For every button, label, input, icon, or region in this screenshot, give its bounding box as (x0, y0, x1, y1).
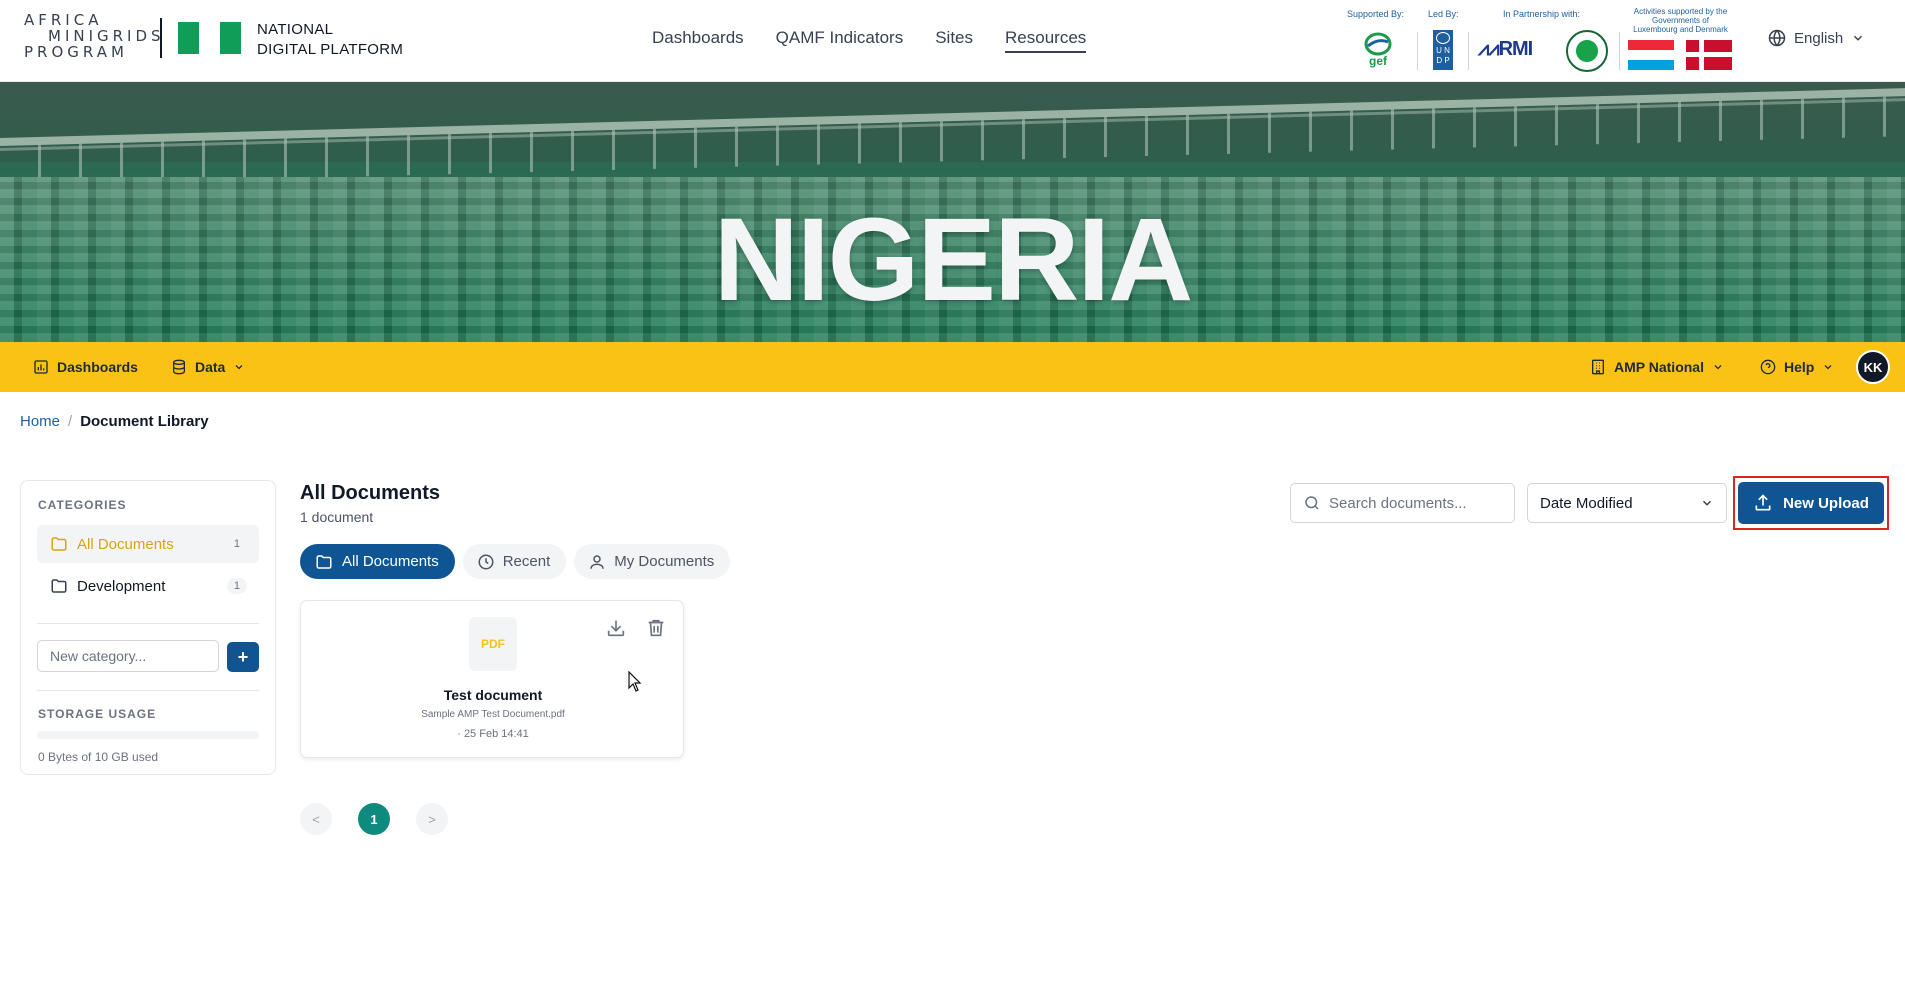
language-label: English (1794, 29, 1844, 47)
new-upload-button[interactable]: New Upload (1738, 482, 1884, 524)
download-button[interactable] (605, 617, 627, 644)
hero-banner: NIGERIA (0, 82, 1905, 342)
clock-icon (478, 554, 494, 569)
divider (37, 690, 259, 691)
search-icon (1305, 496, 1319, 510)
luxembourg-flag-icon (1628, 40, 1674, 70)
hero-title: NIGERIA (713, 194, 1194, 326)
nigeria-flag-icon (178, 22, 241, 54)
nav-sites[interactable]: Sites (935, 28, 973, 53)
activities-label: Activities supported by the Governments … (1633, 7, 1728, 34)
led-by-label: Led By: (1428, 9, 1459, 19)
denmark-flag-icon (1686, 40, 1732, 70)
svg-text:gef: gef (1369, 54, 1388, 68)
language-selector[interactable]: English (1768, 29, 1865, 47)
top-header: AFRICA MINIGRIDS PROGRAM NATIONAL DIGITA… (0, 0, 1905, 82)
subnav-dashboards[interactable]: Dashboards (33, 342, 138, 392)
folder-icon (316, 554, 332, 569)
delete-button[interactable] (645, 617, 667, 644)
category-all-documents[interactable]: All Documents 1 (37, 525, 259, 563)
prev-page-button[interactable]: < (300, 803, 332, 835)
upload-highlight: New Upload (1733, 476, 1889, 530)
download-icon (607, 620, 625, 637)
undp-logo: U N D P (1433, 30, 1453, 70)
sort-select[interactable]: Date Modified (1527, 483, 1727, 523)
partner-divider (1417, 32, 1418, 70)
african-union-logo (1566, 30, 1608, 72)
building-icon (1592, 359, 1604, 375)
storage-progress-bar (37, 731, 259, 739)
tab-all-documents[interactable]: All Documents (300, 544, 455, 579)
partner-divider (1468, 32, 1469, 70)
document-date: · 25 Feb 14:41 (457, 728, 529, 740)
pdf-file-icon: PDF (469, 617, 517, 671)
globe-icon (1768, 29, 1786, 47)
breadcrumb-separator: / (68, 413, 73, 430)
nav-dashboards[interactable]: Dashboards (652, 28, 744, 53)
rmi-logo: ⩘⩘RMI (1478, 38, 1533, 60)
category-count: 1 (233, 538, 240, 550)
gef-logo: gef (1362, 30, 1394, 68)
user-avatar[interactable]: KK (1856, 350, 1890, 384)
nav-resources[interactable]: Resources (1005, 28, 1087, 53)
category-development[interactable]: Development 1 (37, 567, 259, 605)
page-1-button[interactable]: 1 (358, 803, 390, 835)
supported-by-label: Supported By: (1347, 9, 1405, 19)
add-category-button[interactable]: + (227, 642, 259, 672)
nav-qamf-indicators[interactable]: QAMF Indicators (776, 28, 904, 53)
search-box[interactable] (1290, 483, 1515, 523)
pagination: < 1 > (300, 803, 448, 835)
storage-heading: STORAGE USAGE (38, 707, 157, 721)
chevron-down-icon (1714, 365, 1722, 370)
folder-icon (51, 579, 67, 593)
filter-tabs: All Documents Recent My Documents (300, 544, 731, 579)
mouse-cursor-icon (628, 671, 642, 692)
org-selector[interactable]: AMP National (1590, 342, 1724, 392)
secondary-nav: Dashboards Data AMP National Help KK (0, 342, 1905, 392)
folder-icon (51, 537, 67, 551)
help-menu[interactable]: Help (1760, 342, 1834, 392)
new-category-input[interactable] (37, 640, 219, 672)
storage-usage-text: 0 Bytes of 10 GB used (38, 750, 159, 764)
next-page-button[interactable]: > (416, 803, 448, 835)
breadcrumb-home[interactable]: Home (20, 413, 60, 430)
divider (37, 623, 259, 624)
breadcrumb: Home / Document Library (20, 413, 209, 430)
tab-recent[interactable]: Recent (462, 544, 567, 579)
platform-name: NATIONAL DIGITAL PLATFORM (257, 21, 404, 58)
logo-divider (160, 18, 162, 58)
sort-value: Date Modified (1540, 494, 1633, 512)
trash-icon (648, 619, 664, 637)
document-filename: Sample AMP Test Document.pdf (421, 709, 565, 720)
user-icon (590, 554, 604, 569)
search-input[interactable] (1329, 494, 1499, 512)
bar-chart-icon (34, 360, 48, 374)
page-title: All Documents (300, 482, 441, 504)
chevron-down-icon (1824, 365, 1832, 370)
categories-heading: CATEGORIES (38, 498, 127, 512)
breadcrumb-current: Document Library (80, 413, 209, 430)
partnership-label: In Partnership with: (1503, 9, 1581, 19)
database-icon (173, 359, 185, 375)
categories-sidebar: CATEGORIES All Documents 1 Development 1… (20, 480, 276, 775)
partner-divider (1619, 32, 1620, 70)
upload-icon (1755, 494, 1771, 511)
chevron-down-icon (235, 365, 243, 370)
help-circle-icon (1760, 359, 1776, 375)
document-count: 1 document (300, 509, 374, 525)
category-count: 1 (226, 578, 247, 594)
main-nav: Dashboards QAMF Indicators Sites Resourc… (652, 28, 1087, 53)
chevron-down-icon (1854, 35, 1863, 41)
chevron-down-icon (1702, 500, 1712, 506)
africa-minigrids-program-logo[interactable]: AFRICA MINIGRIDS PROGRAM (24, 12, 161, 68)
subnav-data[interactable]: Data (171, 342, 245, 392)
document-card[interactable]: PDF Test document Sample AMP Test Docume… (300, 600, 684, 758)
tab-my-documents[interactable]: My Documents (574, 544, 731, 579)
